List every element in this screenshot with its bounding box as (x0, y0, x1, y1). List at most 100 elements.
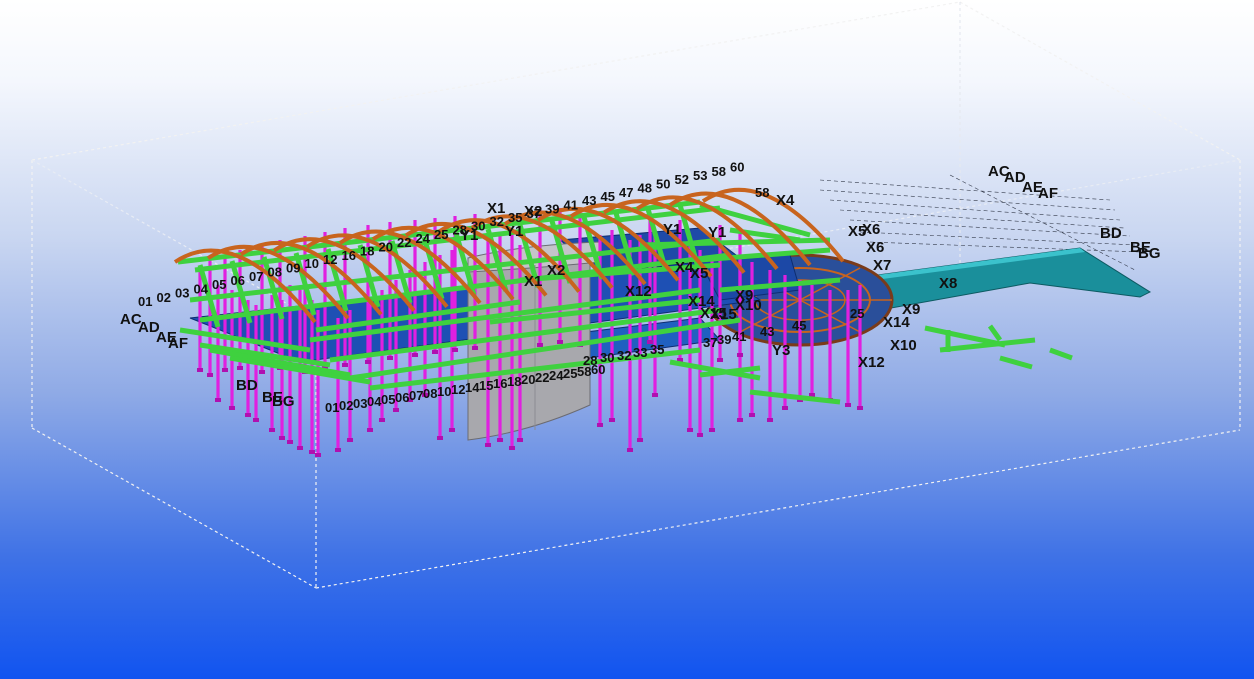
grid-label-number: 15 (479, 378, 493, 393)
grid-label-number: 35 (650, 342, 664, 357)
grid-label-x: X4 (776, 192, 795, 209)
grid-label-y: Y3 (772, 342, 790, 359)
grid-label-y: Y1 (663, 221, 681, 238)
grid-label-number: 32 (490, 214, 504, 229)
beam[interactable] (1049, 347, 1073, 361)
column-base (237, 366, 243, 370)
column-base (845, 403, 851, 407)
column-base (347, 438, 353, 442)
column-base (687, 428, 693, 432)
grid-label-number: 30 (471, 218, 485, 233)
work-area-edge (31, 1, 961, 161)
grid-label-number: 12 (451, 382, 465, 397)
grid-label-number: 25 (563, 366, 577, 381)
column-base (637, 438, 643, 442)
grid-label-x: X12 (858, 354, 885, 371)
grid-label-number: 14 (465, 380, 480, 395)
grid-label-number: 58 (755, 185, 769, 200)
grid-label-number: 07 (409, 388, 423, 403)
grid-label-letter: BG (272, 393, 295, 410)
grid-label-number: 06 (395, 390, 409, 405)
grid-label-number: 35 (508, 210, 522, 225)
column-base (315, 453, 321, 457)
grid-label-number: 08 (423, 386, 437, 401)
column-base (412, 353, 418, 357)
grid-label-number: 24 (416, 231, 431, 246)
column-base (472, 346, 478, 350)
grid-label-number: 45 (601, 189, 615, 204)
grid-label-number: 28 (453, 223, 467, 238)
column-base (857, 406, 863, 410)
column-base (557, 340, 563, 344)
column-base (749, 413, 755, 417)
grid-label-x: X10 (735, 297, 762, 314)
grid-label-number: 05 (381, 392, 395, 407)
grid-label-number: 01 (138, 294, 152, 309)
grid-label-letter: AF (168, 335, 188, 352)
column-base (485, 443, 491, 447)
grid-label-x: X2 (547, 262, 565, 279)
beam[interactable] (999, 355, 1033, 370)
grid-line (829, 199, 1121, 221)
grid-label-number: 50 (656, 176, 670, 191)
beam[interactable] (987, 324, 1003, 342)
column-base (297, 446, 303, 450)
grid-label-x: X5 (848, 223, 866, 240)
grid-label-x: X1 (524, 273, 542, 290)
column-base (207, 373, 213, 377)
grid-label-number: 58 (712, 164, 726, 179)
grid-label-number: 02 (339, 398, 353, 413)
column-base (245, 413, 251, 417)
grid-label-number: 01 (325, 400, 339, 415)
column-base (537, 343, 543, 347)
grid-label-number: 10 (437, 384, 451, 399)
column-base (393, 408, 399, 412)
grid-label-letter: BD (236, 377, 258, 394)
grid-label-number: 33 (633, 345, 647, 360)
grid-line (839, 209, 1126, 229)
column-base (335, 448, 341, 452)
grid-label-number: 02 (157, 290, 171, 305)
grid-label-number: 18 (360, 244, 374, 259)
grid-label-x: X7 (873, 257, 891, 274)
column-base (509, 446, 515, 450)
grid-label-x: X8 (939, 275, 957, 292)
grid-label-number: 20 (521, 372, 535, 387)
column-base (697, 433, 703, 437)
grid-label-number: 10 (305, 256, 319, 271)
grid-label-number: 60 (730, 160, 744, 175)
grid-label-number: 04 (367, 394, 382, 409)
grid-label-number: 47 (619, 185, 633, 200)
grid-label-number: 25 (434, 227, 448, 242)
grid-label-x: X15 (710, 306, 737, 323)
column-base (652, 393, 658, 397)
column-base (379, 418, 385, 422)
grid-label-number: 52 (675, 172, 689, 187)
grid-label-number: 24 (549, 368, 564, 383)
grid-label-y: Y1 (505, 223, 523, 240)
column-base (517, 438, 523, 442)
model-viewport[interactable]: X1 X2 X1 X2 X4 X5 X12 X6 X5 X6 X7 X8 X9 X14 X9 X10 X14 X1… (0, 0, 1254, 679)
grid-label-number: 03 (175, 286, 189, 301)
grid-label-number: 41 (732, 329, 746, 344)
column-base (222, 368, 228, 372)
work-area-edge (959, 1, 1241, 161)
grid-label-number: 05 (212, 277, 226, 292)
grid-label-letter: AF (1038, 185, 1058, 202)
grid-label-number: 48 (638, 181, 652, 196)
column-base (215, 398, 221, 402)
grid-label-number: 53 (693, 168, 707, 183)
grid-label-number: 37 (703, 335, 717, 350)
grid-label-number: 04 (194, 281, 209, 296)
column-base (365, 360, 371, 364)
column-base (279, 436, 285, 440)
grid-label-number: 16 (493, 376, 507, 391)
column-base (609, 418, 615, 422)
beam[interactable] (749, 389, 841, 405)
model-scene[interactable]: X1 X2X1X2 X4X5X12X6X5X6X7X8X9X14 X9X10X14X1… (0, 0, 1254, 679)
grid-label-number: 09 (286, 260, 300, 275)
grid-label-x: X10 (890, 337, 917, 354)
column-base (269, 428, 275, 432)
grid-label-number: 39 (717, 332, 731, 347)
column-base (597, 423, 603, 427)
